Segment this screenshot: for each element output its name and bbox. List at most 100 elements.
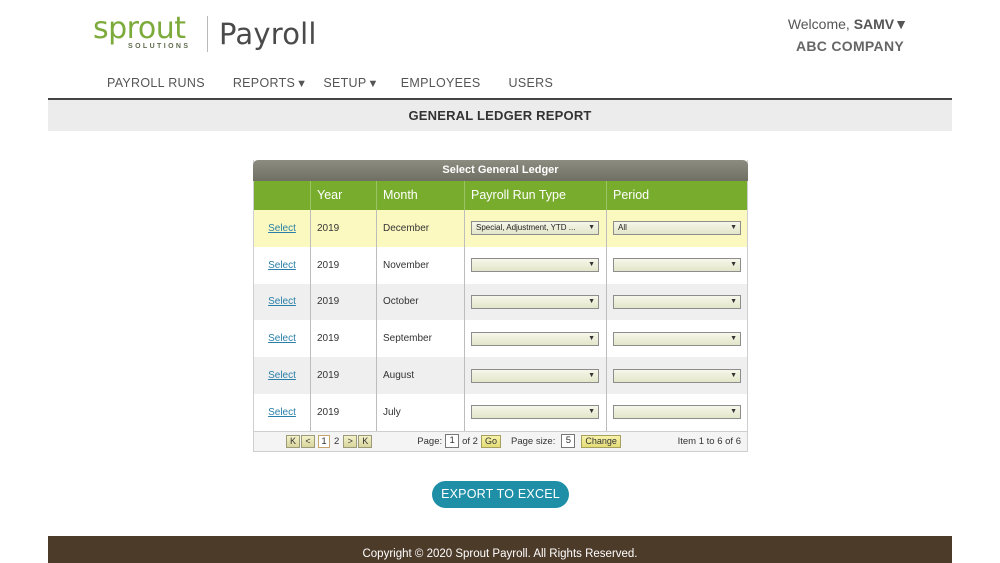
welcome-prefix: Welcome, (787, 16, 854, 32)
year-cell: 2019 (310, 320, 376, 358)
product-name: Payroll (219, 17, 317, 51)
dropdown-arrow-icon: ▼ (588, 334, 595, 342)
first-page-button[interactable]: K (286, 434, 300, 448)
nav-setup-label: SETUP (323, 76, 367, 90)
nav-employees[interactable]: EMPLOYEES (401, 76, 481, 90)
run-type-cell: ▼ (464, 283, 606, 321)
period-dropdown[interactable]: ▼ (613, 331, 741, 346)
nav-users[interactable]: USERS (509, 76, 554, 90)
nav-reports[interactable]: REPORTS▼ (233, 76, 308, 90)
dropdown-arrow-icon: ▼ (730, 224, 737, 232)
table-row: Select 2019 October ▼ ▼ (254, 283, 747, 321)
dropdown-arrow-icon: ▼ (588, 297, 595, 305)
month-cell: November (376, 246, 464, 284)
page-of-label: of 2 (462, 435, 478, 447)
nav-reports-label: REPORTS (232, 76, 296, 90)
select-link[interactable]: Select (268, 333, 296, 344)
month-cell: October (376, 283, 464, 321)
run-type-dropdown[interactable]: ▼ (471, 258, 599, 273)
period-dropdown[interactable]: ▼ (613, 258, 741, 273)
logo-divider (207, 16, 208, 52)
period-value: All (618, 223, 627, 233)
select-cell: Select (254, 320, 310, 357)
select-link[interactable]: Select (268, 407, 296, 418)
run-type-cell: ▼ (464, 320, 606, 358)
dropdown-arrow-icon: ▼ (730, 297, 737, 305)
dropdown-arrow-icon: ▼ (588, 371, 595, 379)
page-number-1[interactable]: 1 (318, 434, 330, 448)
run-type-dropdown[interactable]: ▼ (471, 294, 599, 309)
period-dropdown[interactable]: ▼ (613, 368, 741, 383)
select-link[interactable]: Select (268, 296, 296, 307)
period-cell: ▼ (606, 283, 747, 321)
nav-setup[interactable]: SETUP▼ (323, 76, 378, 90)
grid-caption: Select General Ledger (253, 160, 748, 181)
page-label: Page: (417, 435, 443, 447)
run-type-dropdown[interactable]: ▼ (471, 405, 599, 420)
col-header-period[interactable]: Period (606, 181, 747, 210)
page-size-label: Page size: (511, 435, 556, 447)
prev-page-button[interactable]: < (301, 434, 315, 448)
chevron-down-icon: ▼ (296, 78, 308, 90)
main-nav: PAYROLL RUNS REPORTS▼ SETUP▼ EMPLOYEES U… (107, 76, 581, 90)
last-page-button[interactable]: K (358, 434, 373, 448)
select-cell: Select (254, 357, 310, 394)
page: sprout SOLUTIONS Payroll Welcome, SAMV▼ … (0, 0, 1000, 563)
page-title: GENERAL LEDGER REPORT (48, 100, 952, 131)
select-cell: Select (254, 210, 310, 247)
go-button[interactable]: Go (480, 434, 501, 448)
select-link[interactable]: Select (268, 223, 296, 234)
period-cell: ▼ (606, 357, 747, 394)
run-type-cell: Special, Adjustment, YTD ... ▼ (464, 210, 606, 247)
grid-pager: K < 1 2 > K Page: 1 of 2 Go Page size: 5… (254, 430, 747, 451)
month-cell: December (376, 210, 464, 247)
run-type-cell: ▼ (464, 393, 606, 431)
run-type-dropdown[interactable]: Special, Adjustment, YTD ... ▼ (471, 221, 599, 236)
page-number-2[interactable]: 2 (334, 436, 339, 447)
chevron-down-icon: ▼ (367, 78, 379, 90)
page-input[interactable]: 1 (445, 434, 460, 449)
year-cell: 2019 (310, 246, 376, 284)
company-name: ABC COMPANY (795, 38, 904, 54)
run-type-dropdown[interactable]: ▼ (471, 331, 599, 346)
col-header-action (254, 181, 310, 210)
col-header-run-type[interactable]: Payroll Run Type (464, 181, 606, 210)
table-row: Select 2019 July ▼ ▼ (254, 393, 747, 431)
period-dropdown[interactable]: ▼ (613, 294, 741, 309)
year-cell: 2019 (310, 357, 376, 394)
month-cell: July (376, 393, 464, 431)
select-cell: Select (254, 247, 310, 284)
page-size-input[interactable]: 5 (561, 434, 576, 449)
chevron-down-icon: ▼ (894, 16, 908, 32)
select-link[interactable]: Select (268, 370, 296, 381)
year-cell: 2019 (310, 210, 376, 247)
period-dropdown[interactable]: ▼ (613, 405, 741, 420)
nav-payroll-runs[interactable]: PAYROLL RUNS (107, 76, 205, 90)
period-dropdown[interactable]: All ▼ (613, 221, 741, 236)
general-ledger-grid: Select General Ledger Year Month Payroll… (253, 160, 748, 452)
dropdown-arrow-icon: ▼ (588, 408, 595, 416)
select-cell: Select (254, 394, 310, 431)
logo-subtitle: SOLUTIONS (128, 43, 191, 50)
month-cell: September (376, 320, 464, 358)
col-header-year[interactable]: Year (310, 181, 376, 210)
select-link[interactable]: Select (268, 260, 296, 271)
change-button[interactable]: Change (581, 434, 621, 448)
next-page-button[interactable]: > (343, 434, 358, 448)
table-row: Select 2019 August ▼ ▼ (254, 357, 747, 394)
footer-copyright: Copyright © 2020 Sprout Payroll. All Rig… (48, 536, 952, 563)
user-menu[interactable]: Welcome, SAMV▼ (788, 16, 908, 32)
table-row: Select 2019 November ▼ ▼ (254, 246, 747, 284)
dropdown-arrow-icon: ▼ (588, 261, 595, 269)
logo-word: sprout (93, 11, 186, 46)
table-row: Select 2019 September ▼ ▼ (254, 320, 747, 358)
sprout-payroll-logo[interactable]: sprout SOLUTIONS Payroll (93, 14, 317, 54)
select-cell: Select (254, 284, 310, 321)
period-cell: ▼ (606, 393, 747, 431)
run-type-cell: ▼ (464, 357, 606, 394)
export-to-excel-button[interactable]: EXPORT TO EXCEL (432, 481, 569, 508)
period-cell: ▼ (606, 246, 747, 284)
col-header-month[interactable]: Month (376, 181, 464, 210)
table-row: Select 2019 December Special, Adjustment… (254, 210, 747, 247)
run-type-dropdown[interactable]: ▼ (471, 368, 599, 383)
